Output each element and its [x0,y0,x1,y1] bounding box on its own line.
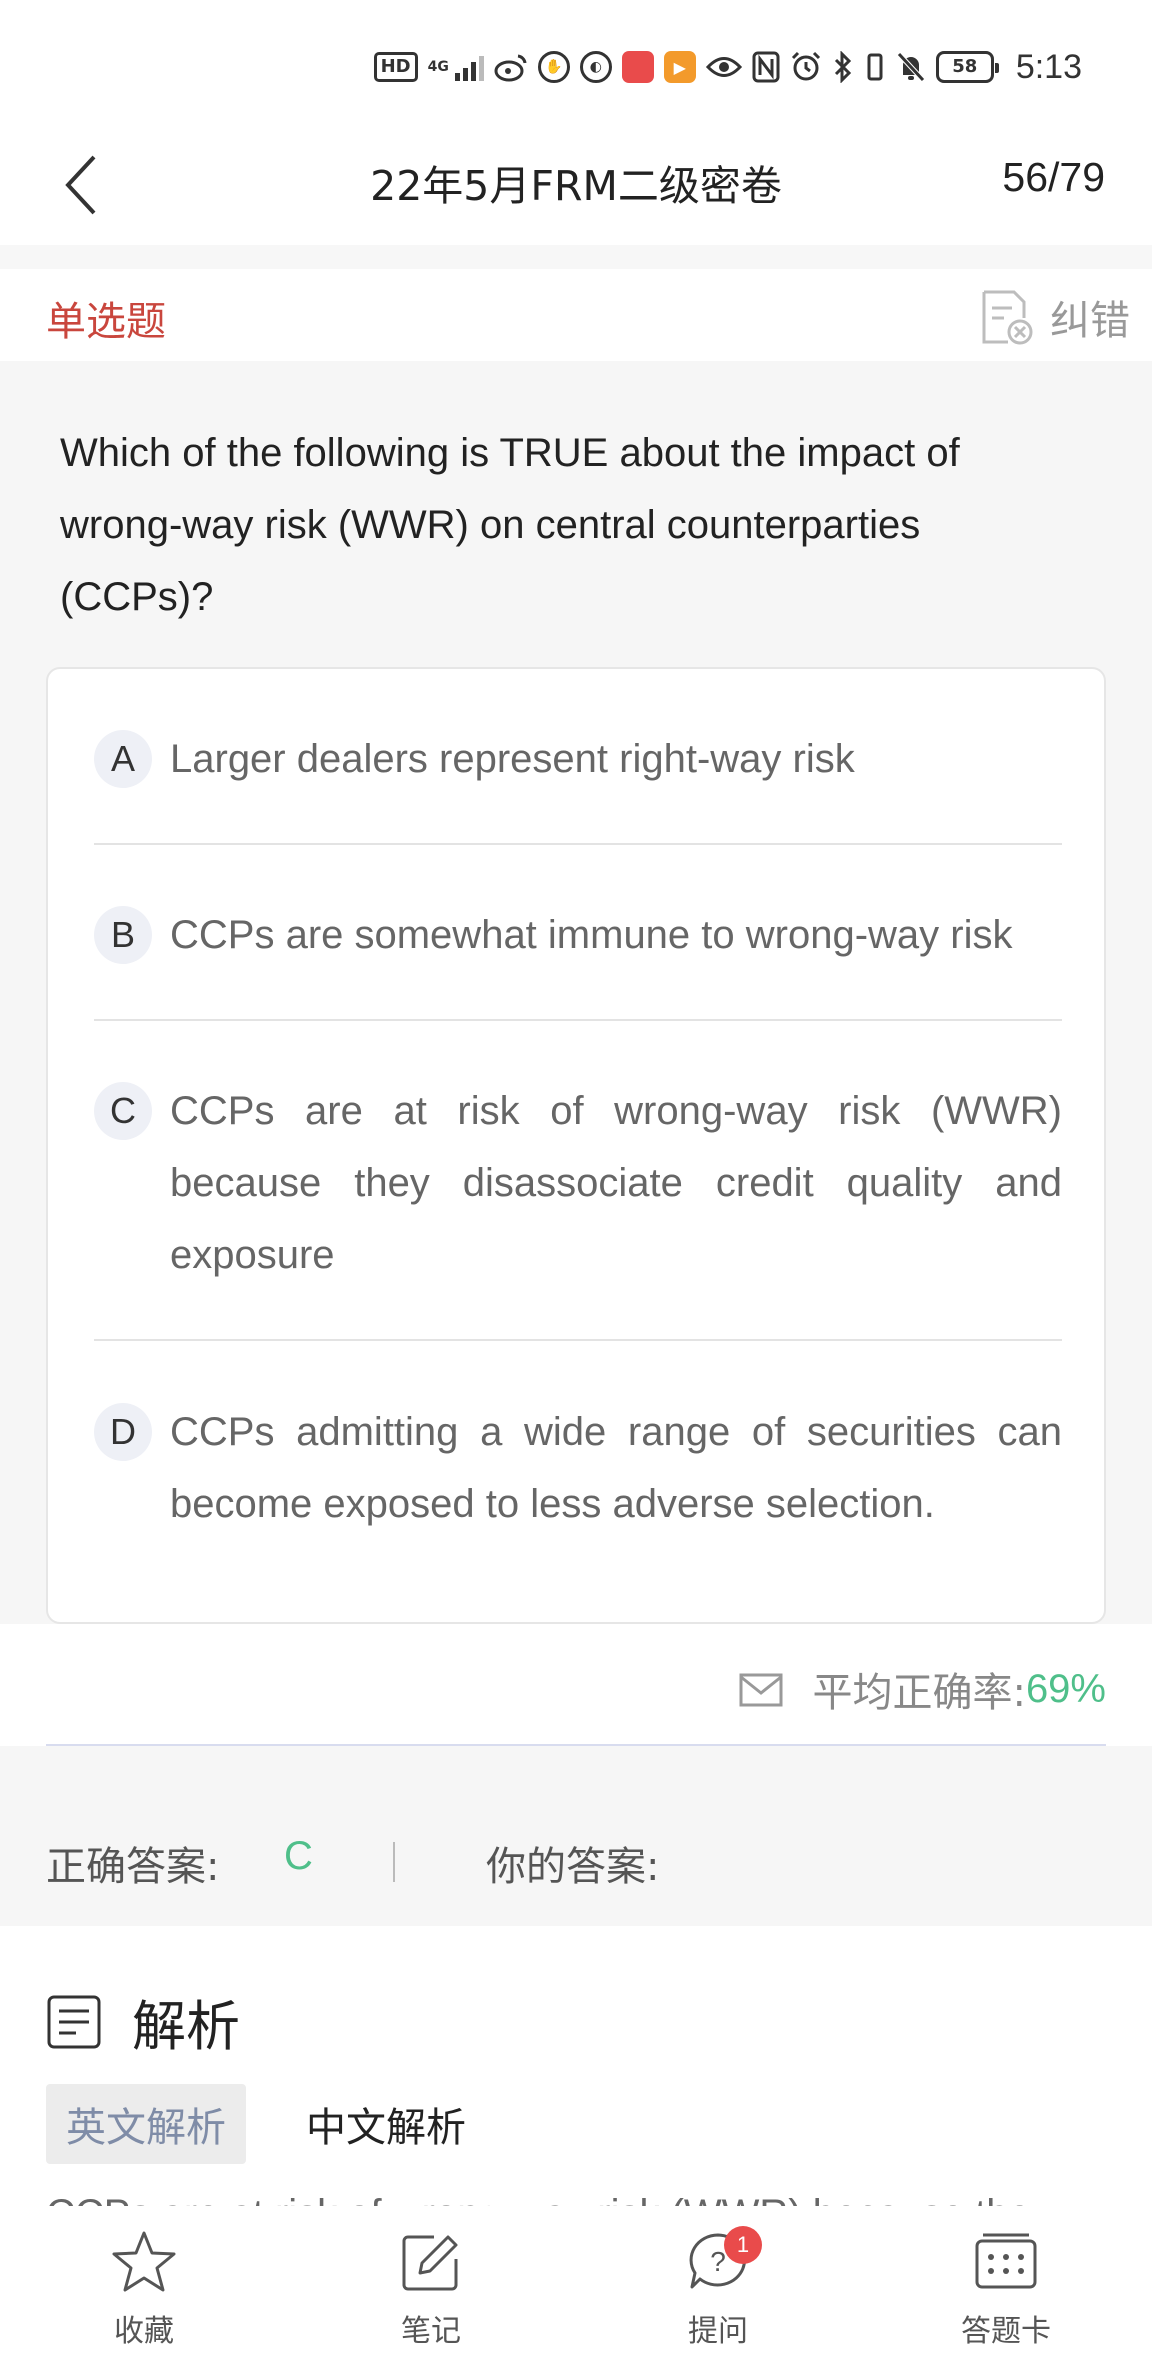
alarm-icon [790,50,822,84]
option-d[interactable]: D CCPs admitting a wide range of securit… [94,1396,1062,1540]
clock: 5:13 [1015,47,1082,86]
analysis-title: 解析 [132,1995,240,2058]
tab-english-analysis[interactable]: 英文解析 [46,2084,246,2164]
accuracy-label: 平均正确率: [812,1670,1026,1716]
answer-card-button[interactable]: 答题卡 [906,2226,1106,2350]
question-progress: 56/79 [1002,154,1105,200]
analysis-text: CCPs are at risk of wrong-way risk (WWR)… [46,2178,1106,2206]
vibrate-icon [864,50,886,84]
option-divider [94,843,1062,845]
option-text: Larger dealers represent right-way risk [170,737,855,781]
option-letter: B [94,906,152,964]
notes-button[interactable]: 笔记 [331,2226,531,2350]
ask-question-button[interactable]: ? 1 提问 [618,2226,818,2350]
options-card: A Larger dealers represent right-way ris… [46,667,1106,1624]
correct-answer-label: 正确答案: [46,1844,220,1890]
svg-text:?: ? [710,2246,726,2277]
your-answer-label: 你的答案: [486,1844,660,1890]
hand-app-icon: ✋ [537,51,570,83]
globe-app-icon: ◐ [579,51,612,83]
red-app-icon [621,51,654,83]
top-nav-bar: 22年5月FRM二级密卷 56/79 [0,125,1152,245]
question-area: Which of the following is TRUE about the… [0,361,1152,1624]
eye-icon [705,50,742,84]
hd-icon: HD [373,52,418,82]
status-icons: HD 4G ✋ ◐ ▶ 58 5:13 [373,44,1082,90]
notification-badge: 1 [724,2226,762,2264]
answer-card-label: 答题卡 [961,2314,1051,2349]
analysis-section: 解析 英文解析 中文解析 CCPs are at risk of wrong-w… [0,1926,1152,2206]
status-bar: HD 4G ✋ ◐ ▶ 58 5:13 [0,0,1152,125]
section-divider [0,245,1152,269]
favorite-label: 收藏 [114,2314,174,2349]
report-error-label: 纠错 [1050,298,1130,344]
correct-answer-value: C [284,1834,313,1878]
question-stem: Which of the following is TRUE about the… [60,431,960,619]
option-a[interactable]: A Larger dealers represent right-way ris… [94,723,1062,795]
note-edit-icon [402,2235,458,2291]
question-type-label: 单选题 [46,299,166,345]
answer-separator [393,1842,395,1882]
play-app-icon: ▶ [663,51,696,83]
battery-icon: 58 [935,51,999,83]
option-text: CCPs are at risk of wrong-way risk (WWR)… [170,1089,1062,1277]
option-c[interactable]: C CCPs are at risk of wrong-way risk (WW… [94,1075,1062,1291]
accuracy-row: 平均正确率: 69% [0,1624,1152,1746]
tab-chinese-analysis[interactable]: 中文解析 [306,2084,466,2164]
answer-row: 正确答案: C 你的答案: [0,1746,1152,1926]
question-type-row: 单选题 纠错 [0,269,1152,361]
weibo-icon [494,50,528,84]
option-letter: C [94,1082,152,1140]
favorite-button[interactable]: 收藏 [44,2226,244,2350]
ask-question-label: 提问 [688,2314,748,2349]
page-title: 22年5月FRM二级密卷 [370,162,782,210]
error-report-icon [982,290,1033,345]
option-text: CCPs are somewhat immune to wrong-way ri… [170,913,1013,957]
bottom-nav-bar: 收藏 笔记 ? 1 提问 答题卡 [0,2206,1152,2376]
option-letter: A [94,730,152,788]
option-letter: D [94,1403,152,1461]
report-error-button[interactable]: 纠错 [980,285,1130,349]
document-icon [47,1995,101,2048]
mail-icon[interactable] [738,1669,784,1709]
option-text: CCPs admitting a wide range of securitie… [170,1410,1062,1526]
accuracy-value: 69% [1025,1666,1106,1711]
signal-icon [454,53,484,81]
network-type-icon: 4G [427,59,449,75]
nfc-icon [752,50,780,84]
star-icon [112,2231,176,2292]
option-divider [94,1339,1062,1341]
bluetooth-icon [832,50,854,84]
answer-card-icon [975,2233,1037,2289]
option-b[interactable]: B CCPs are somewhat immune to wrong-way … [94,899,1062,971]
mute-bell-icon [896,50,926,84]
notes-label: 笔记 [401,2314,461,2349]
option-divider [94,1019,1062,1021]
